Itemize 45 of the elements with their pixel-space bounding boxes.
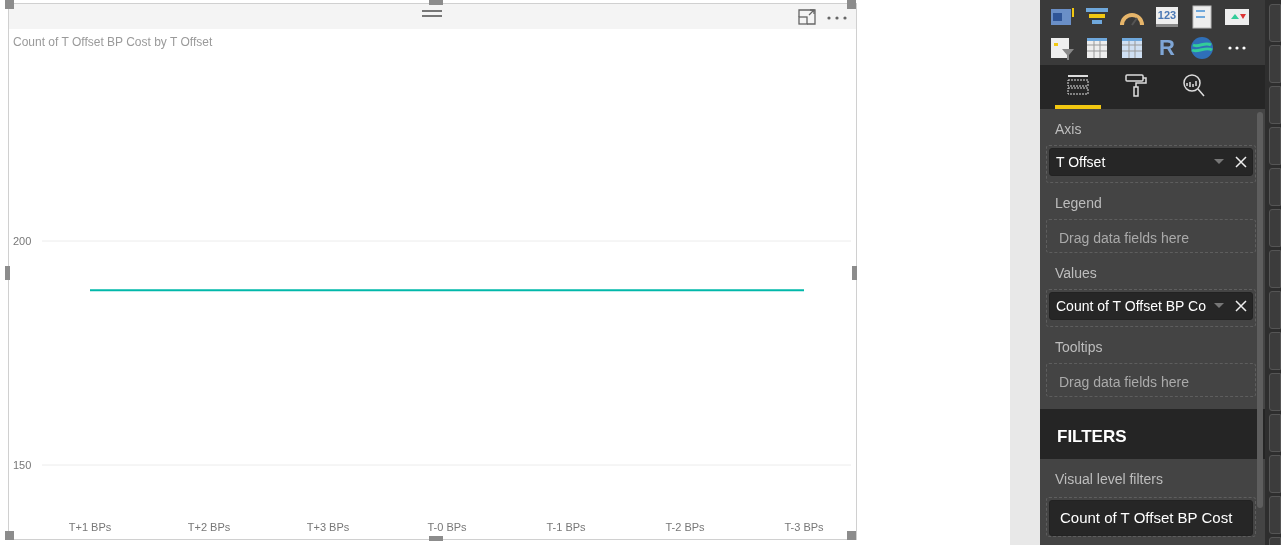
drag-handle-icon[interactable] bbox=[422, 9, 442, 19]
x-axis-label: T-1 BPs bbox=[546, 521, 586, 533]
format-icon bbox=[1123, 72, 1149, 98]
chart-visual[interactable]: Count of T Offset BP Cost by T Offset 150 200 T+1 BPs T+2 BPs T+3 BPs T-0 BPs T-1 BPs T-2 BPs T-3 BPs bbox=[8, 3, 857, 540]
remove-icon[interactable] bbox=[1234, 155, 1248, 169]
well-label: Values bbox=[1054, 264, 1098, 283]
resize-handle[interactable] bbox=[852, 266, 857, 280]
dropdown-caret-icon[interactable] bbox=[1214, 303, 1224, 309]
resize-handle[interactable] bbox=[5, 266, 10, 280]
x-axis-label: T-2 BPs bbox=[665, 521, 705, 533]
x-axis-label: T+3 BPs bbox=[306, 521, 350, 533]
field-pill[interactable]: Count of T Offset BP Co bbox=[1049, 292, 1253, 320]
filter-card[interactable]: Count of T Offset BP Cost bbox=[1049, 500, 1253, 536]
x-axis-label: T-3 BPs bbox=[784, 521, 824, 533]
dropdown-caret-icon[interactable] bbox=[1214, 159, 1224, 165]
filters-header: FILTERS bbox=[1040, 409, 1265, 459]
well-label: Tooltips bbox=[1054, 338, 1104, 357]
well-label: Axis bbox=[1054, 120, 1083, 139]
drop-zone[interactable]: Drag data fields here bbox=[1046, 219, 1256, 253]
more-options-icon[interactable] bbox=[827, 16, 847, 20]
y-axis-label: 200 bbox=[13, 235, 32, 247]
field-pill[interactable]: T Offset bbox=[1049, 148, 1253, 176]
x-axis-label: T+1 BPs bbox=[68, 521, 112, 533]
r-script-visual-icon[interactable]: R bbox=[1159, 36, 1175, 60]
chart-title: Count of T Offset BP Cost by T Offset bbox=[12, 34, 213, 49]
remove-icon[interactable] bbox=[1234, 299, 1248, 313]
drop-zone[interactable]: Drag data fields here bbox=[1046, 363, 1256, 397]
globe-icon[interactable] bbox=[1188, 35, 1216, 61]
focus-mode-icon[interactable] bbox=[798, 9, 816, 25]
resize-handle[interactable] bbox=[847, 531, 856, 540]
resize-handle[interactable] bbox=[847, 0, 856, 9]
slicer-icon[interactable] bbox=[1048, 35, 1076, 61]
well-label: Legend bbox=[1054, 194, 1103, 213]
resize-handle[interactable] bbox=[5, 531, 14, 540]
x-axis-label: T-0 BPs bbox=[427, 521, 467, 533]
section-label: Visual level filters bbox=[1054, 470, 1164, 489]
resize-handle[interactable] bbox=[429, 536, 443, 541]
y-axis-label: 150 bbox=[13, 459, 32, 471]
resize-handle[interactable] bbox=[5, 0, 14, 9]
resize-handle[interactable] bbox=[429, 0, 443, 5]
scrollbar[interactable] bbox=[1257, 112, 1263, 508]
x-axis-label: T+2 BPs bbox=[187, 521, 231, 533]
card-visual-icon[interactable]: 123 bbox=[1155, 7, 1179, 27]
analytics-icon bbox=[1181, 72, 1207, 98]
fields-icon bbox=[1065, 72, 1091, 98]
